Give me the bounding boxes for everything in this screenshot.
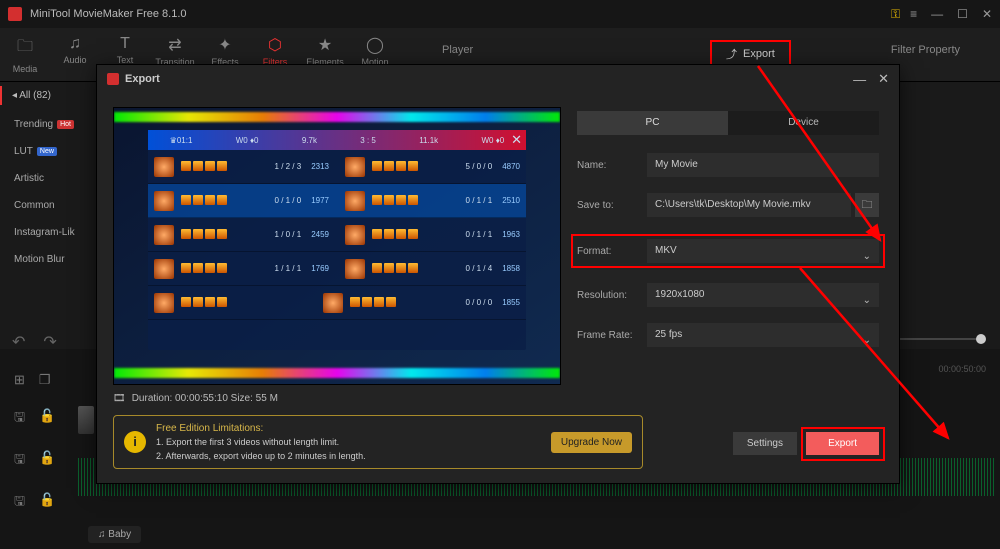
menu-button[interactable]: ≡ <box>910 7 917 21</box>
film-icon: 🎞 <box>113 393 126 404</box>
info-icon: i <box>124 431 146 453</box>
scoreboard-row: 0 / 1 / 019770 / 1 / 12510 <box>148 184 526 218</box>
player-label: Player <box>442 44 473 56</box>
maximize-button[interactable]: ☐ <box>957 7 968 21</box>
minimize-button[interactable]: — <box>931 7 943 21</box>
app-title: MiniTool MovieMaker Free 8.1.0 <box>30 8 891 20</box>
category-sidebar: ◂ All (82) TrendingHotLUTNewArtisticComm… <box>0 82 100 332</box>
duration-info: 🎞 Duration: 00:00:55:10 Size: 55 M <box>113 393 278 404</box>
modal-title: Export <box>125 73 841 85</box>
tool-audio[interactable]: ♫Audio <box>50 35 100 74</box>
saveto-input[interactable]: C:\Users\tk\Desktop\My Movie.mkv <box>647 193 851 217</box>
audio-track-label[interactable]: ♫ Baby <box>88 526 141 543</box>
field-format: Format: MKV⌄ <box>577 239 879 263</box>
spectrum-top <box>114 112 560 122</box>
scoreboard-row: 1 / 0 / 124590 / 1 / 11963 <box>148 218 526 252</box>
field-saveto: Save to: C:\Users\tk\Desktop\My Movie.mk… <box>577 193 879 217</box>
field-framerate: Frame Rate: 25 fps⌄ <box>577 323 879 347</box>
key-icon[interactable]: ⚿ <box>891 7 900 22</box>
redo-button[interactable]: ↷ <box>43 332 56 352</box>
video-thumb[interactable] <box>78 406 94 434</box>
add-media-icon[interactable]: ⊞ <box>14 372 25 388</box>
resolution-select[interactable]: 1920x1080⌄ <box>647 283 879 307</box>
sidebar-item-trending[interactable]: TrendingHot <box>0 111 100 138</box>
sidebar-item-motion blur[interactable]: Motion Blur <box>0 246 100 273</box>
scoreboard-close-icon: ✕ <box>511 132 522 148</box>
scoreboard-row: 1 / 2 / 323135 / 0 / 04870 <box>148 150 526 184</box>
save-icon-2[interactable]: 🖫 <box>14 450 25 472</box>
zoom-slider[interactable] <box>900 338 982 340</box>
scoreboard: ♛01:1W0 ♦09.7k3 : 511.1kW0 ♦0✕ 1 / 2 / 3… <box>148 130 526 350</box>
scoreboard-row: 0 / 0 / 01855 <box>148 286 526 320</box>
modal-minimize[interactable]: — <box>853 72 866 87</box>
export-tabs: PC Device <box>577 111 879 135</box>
undo-button[interactable]: ↶ <box>12 332 25 352</box>
tool-media[interactable]: 🗀Media <box>0 35 50 74</box>
tab-device[interactable]: Device <box>728 111 879 135</box>
sidebar-all[interactable]: ◂ All (82) <box>0 86 100 105</box>
titlebar: MiniTool MovieMaker Free 8.1.0 ⚿ ≡ — ☐ ✕ <box>0 0 1000 28</box>
chevron-down-icon: ⌄ <box>863 289 871 313</box>
settings-button[interactable]: Settings <box>733 432 797 455</box>
limitation-banner: i Free Edition Limitations: 1. Export th… <box>113 415 643 469</box>
export-top-label: Export <box>743 48 775 60</box>
close-button[interactable]: ✕ <box>982 7 992 21</box>
upgrade-button[interactable]: Upgrade Now <box>551 432 632 453</box>
chevron-down-icon: ⌄ <box>863 329 871 353</box>
browse-folder-button[interactable]: 🗀 <box>855 193 879 217</box>
framerate-select[interactable]: 25 fps⌄ <box>647 323 879 347</box>
timecode: 00:00:50:00 <box>938 364 986 374</box>
field-resolution: Resolution: 1920x1080⌄ <box>577 283 879 307</box>
name-input[interactable]: My Movie <box>647 153 879 177</box>
lock-icon-2[interactable]: 🔓 <box>39 450 55 472</box>
field-name: Name: My Movie <box>577 153 879 177</box>
video-preview: ♛01:1W0 ♦09.7k3 : 511.1kW0 ♦0✕ 1 / 2 / 3… <box>113 107 561 385</box>
lock-icon-3[interactable]: 🔓 <box>39 492 55 514</box>
sidebar-item-lut[interactable]: LUTNew <box>0 138 100 165</box>
export-dialog: Export — ✕ ♛01:1W0 ♦09.7k3 : 511.1kW0 ♦0… <box>96 64 900 484</box>
modal-close[interactable]: ✕ <box>878 71 889 87</box>
upload-icon: ⤴ <box>726 46 737 62</box>
format-select[interactable]: MKV⌄ <box>647 239 879 263</box>
export-button[interactable]: Export <box>806 432 879 455</box>
tab-pc[interactable]: PC <box>577 111 728 135</box>
sidebar-item-instagram-lik[interactable]: Instagram-Lik <box>0 219 100 246</box>
lock-icon[interactable]: 🔓 <box>39 408 55 430</box>
modal-logo <box>107 73 119 85</box>
spectrum-bottom <box>114 368 560 378</box>
sidebar-item-common[interactable]: Common <box>0 192 100 219</box>
app-logo <box>8 7 22 21</box>
scoreboard-row: 1 / 1 / 117690 / 1 / 41858 <box>148 252 526 286</box>
save-icon-3[interactable]: 🖫 <box>14 492 25 514</box>
sidebar-item-artistic[interactable]: Artistic <box>0 165 100 192</box>
filter-property-label: Filter Property <box>891 44 960 56</box>
copy-icon[interactable]: ❐ <box>39 372 51 388</box>
save-icon[interactable]: 🖫 <box>14 408 25 430</box>
chevron-down-icon: ⌄ <box>863 245 871 269</box>
